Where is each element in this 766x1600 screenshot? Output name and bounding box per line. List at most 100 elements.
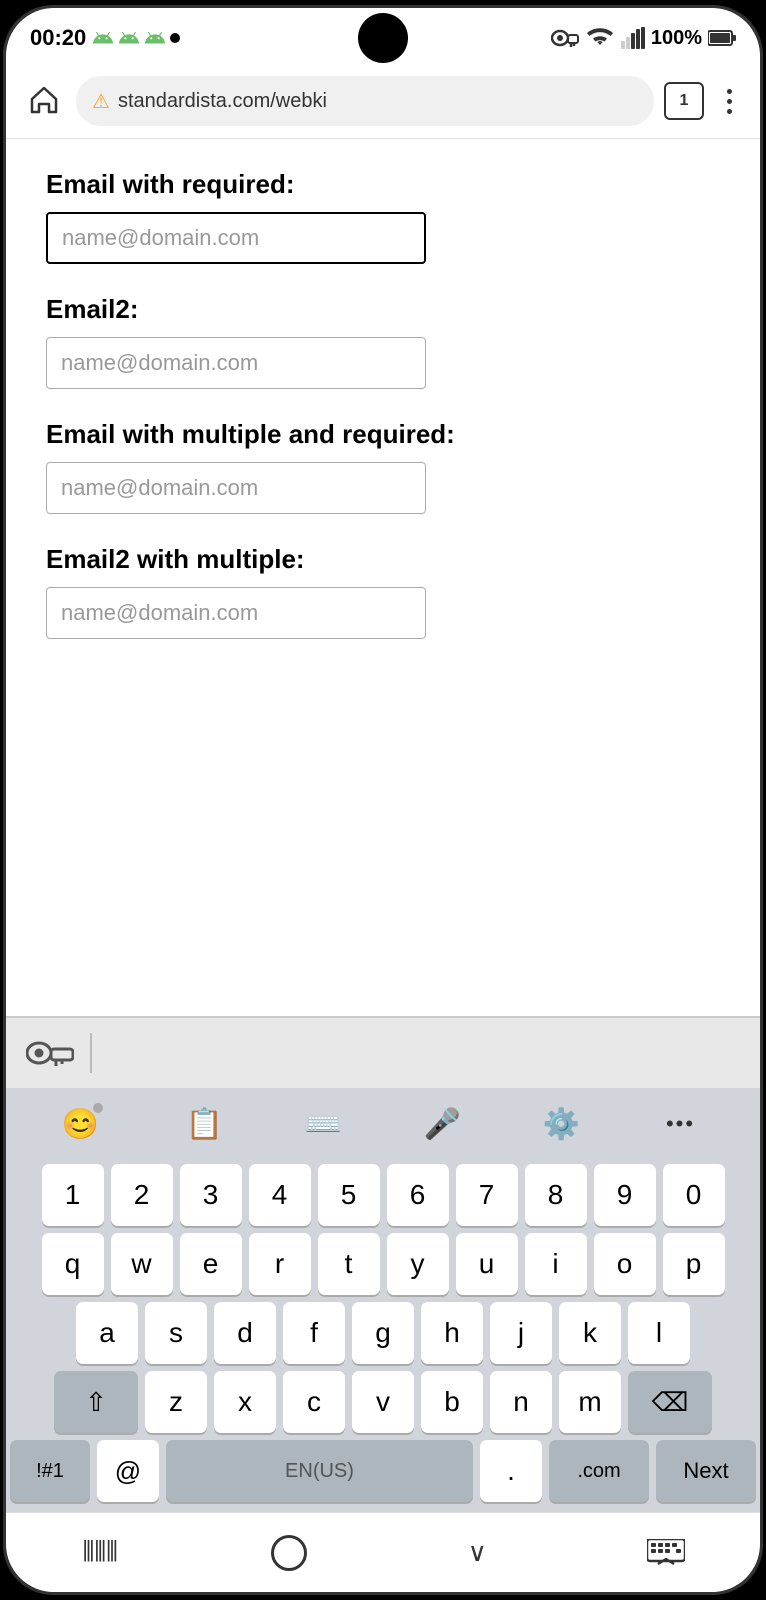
- web-content: Email with required: name@domain.com Ema…: [6, 139, 760, 1016]
- back-nav-button[interactable]: ⫴⫴⫴: [70, 1523, 130, 1583]
- dotcom-key[interactable]: .com: [549, 1440, 649, 1502]
- home-button[interactable]: [22, 79, 66, 123]
- signal-icon: [621, 27, 645, 49]
- mic-icon: 🎤: [424, 1107, 461, 1142]
- key-m[interactable]: m: [559, 1371, 621, 1433]
- keyboard-hide-icon: [647, 1539, 685, 1567]
- form-section-1: Email with required: name@domain.com: [46, 169, 720, 264]
- key-bar: [6, 1018, 760, 1088]
- key-s[interactable]: s: [145, 1302, 207, 1364]
- key-e[interactable]: e: [180, 1233, 242, 1295]
- status-left: 00:20: [30, 25, 180, 51]
- down-icon: ∨: [468, 1537, 487, 1568]
- wifi-icon: [585, 27, 615, 49]
- key-n[interactable]: n: [490, 1371, 552, 1433]
- at-key[interactable]: @: [97, 1440, 159, 1502]
- next-key[interactable]: Next: [656, 1440, 756, 1502]
- email-input-1[interactable]: name@domain.com: [46, 212, 426, 264]
- android-icon-2: [118, 27, 140, 49]
- tab-button[interactable]: 1: [664, 82, 704, 120]
- key-w[interactable]: w: [111, 1233, 173, 1295]
- key-4[interactable]: 4: [249, 1164, 311, 1226]
- key-bar-divider: [90, 1033, 92, 1073]
- key-k[interactable]: k: [559, 1302, 621, 1364]
- key-6[interactable]: 6: [387, 1164, 449, 1226]
- key-t[interactable]: t: [318, 1233, 380, 1295]
- key-u[interactable]: u: [456, 1233, 518, 1295]
- space-key[interactable]: EN(US): [166, 1440, 473, 1502]
- form-section-2: Email2: name@domain.com: [46, 294, 720, 389]
- key-l[interactable]: l: [628, 1302, 690, 1364]
- security-warning-icon: ⚠: [92, 89, 110, 114]
- key-2[interactable]: 2: [111, 1164, 173, 1226]
- email-input-3[interactable]: name@domain.com: [46, 462, 426, 514]
- key-5[interactable]: 5: [318, 1164, 380, 1226]
- period-key[interactable]: .: [480, 1440, 542, 1502]
- mic-button[interactable]: 🎤: [413, 1098, 473, 1150]
- more-button[interactable]: •••: [651, 1098, 711, 1150]
- android-icon-3: [144, 27, 166, 49]
- down-nav-button[interactable]: ∨: [447, 1523, 507, 1583]
- key-c[interactable]: c: [283, 1371, 345, 1433]
- form-label-2: Email2:: [46, 294, 720, 325]
- key-i[interactable]: i: [525, 1233, 587, 1295]
- email-placeholder-1: name@domain.com: [62, 225, 259, 251]
- dot-indicator: [170, 33, 180, 43]
- key-p[interactable]: p: [663, 1233, 725, 1295]
- bottom-nav: ⫴⫴⫴ ∨: [6, 1512, 760, 1592]
- key-x[interactable]: x: [214, 1371, 276, 1433]
- email-input-2[interactable]: name@domain.com: [46, 337, 426, 389]
- key-o[interactable]: o: [594, 1233, 656, 1295]
- key-z[interactable]: z: [145, 1371, 207, 1433]
- key-9[interactable]: 9: [594, 1164, 656, 1226]
- email-input-4[interactable]: name@domain.com: [46, 587, 426, 639]
- key-r[interactable]: r: [249, 1233, 311, 1295]
- key-f[interactable]: f: [283, 1302, 345, 1364]
- menu-dot-1: [727, 89, 732, 94]
- key-a[interactable]: a: [76, 1302, 138, 1364]
- settings-button[interactable]: ⚙️: [532, 1098, 592, 1150]
- battery-icon: [708, 30, 736, 46]
- form-section-3: Email with multiple and required: name@d…: [46, 419, 720, 514]
- symbols-key[interactable]: !#1: [10, 1440, 90, 1502]
- status-right: 100%: [551, 27, 736, 50]
- status-icons: [92, 27, 180, 49]
- keyboard-switch-button[interactable]: ⌨️: [294, 1098, 354, 1150]
- backspace-key[interactable]: ⌫: [628, 1371, 712, 1433]
- key-v[interactable]: v: [352, 1371, 414, 1433]
- url-text: standardista.com/webki: [118, 90, 638, 113]
- vpn-icon: [551, 27, 579, 49]
- key-8[interactable]: 8: [525, 1164, 587, 1226]
- key-g[interactable]: g: [352, 1302, 414, 1364]
- shift-key[interactable]: ⇧: [54, 1371, 138, 1433]
- bottom-row: !#1 @ EN(US) . .com Next: [10, 1440, 756, 1502]
- back-icon: ⫴⫴⫴: [83, 1536, 118, 1569]
- camera-notch: [358, 13, 408, 63]
- clipboard-button[interactable]: 📋: [175, 1098, 235, 1150]
- keyboard-toolbar: 😊 📋 ⌨️ 🎤 ⚙️ •••: [6, 1088, 760, 1160]
- key-3[interactable]: 3: [180, 1164, 242, 1226]
- key-y[interactable]: y: [387, 1233, 449, 1295]
- keyboard-hide-button[interactable]: [636, 1523, 696, 1583]
- home-nav-button[interactable]: [259, 1523, 319, 1583]
- key-0[interactable]: 0: [663, 1164, 725, 1226]
- emoji-button[interactable]: 😊: [56, 1098, 116, 1150]
- phone-frame: 00:20: [3, 5, 763, 1595]
- email-placeholder-3: name@domain.com: [61, 475, 258, 501]
- key-1[interactable]: 1: [42, 1164, 104, 1226]
- key-q[interactable]: q: [42, 1233, 104, 1295]
- number-row: 1 2 3 4 5 6 7 8 9 0: [10, 1164, 756, 1226]
- key-d[interactable]: d: [214, 1302, 276, 1364]
- key-j[interactable]: j: [490, 1302, 552, 1364]
- home-nav-icon: [271, 1535, 307, 1571]
- key-7[interactable]: 7: [456, 1164, 518, 1226]
- emoji-icon: 😊: [62, 1107, 99, 1142]
- menu-button[interactable]: [714, 79, 744, 123]
- form-section-4: Email2 with multiple: name@domain.com: [46, 544, 720, 639]
- url-bar[interactable]: ⚠ standardista.com/webki: [76, 76, 654, 126]
- android-icon-1: [92, 27, 114, 49]
- key-h[interactable]: h: [421, 1302, 483, 1364]
- qwerty-row: q w e r t y u i o p: [10, 1233, 756, 1295]
- key-b[interactable]: b: [421, 1371, 483, 1433]
- form-label-3: Email with multiple and required:: [46, 419, 720, 450]
